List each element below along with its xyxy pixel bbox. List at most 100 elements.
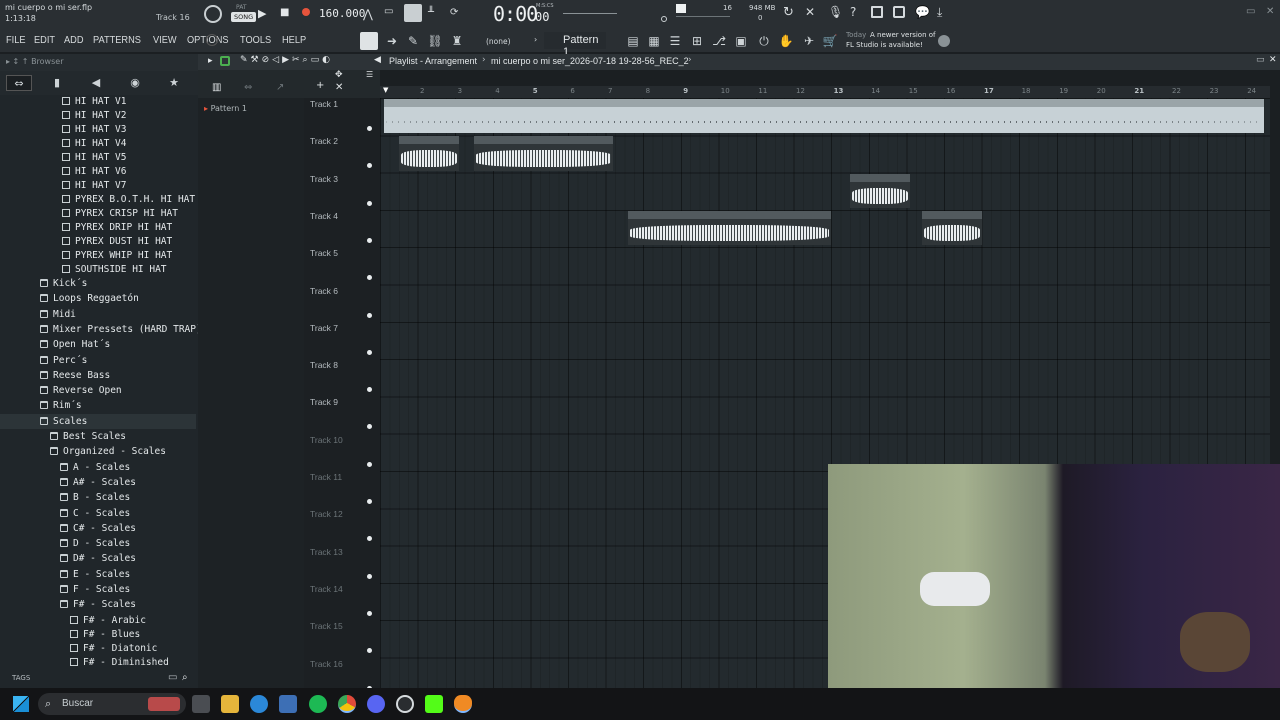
record-icon[interactable] xyxy=(302,8,310,16)
browser-folder-item[interactable]: C# - Scales xyxy=(0,521,196,536)
menu-add[interactable]: ADD xyxy=(64,34,84,46)
obs-icon[interactable] xyxy=(396,695,414,713)
browser-file-item[interactable]: F# - Diatonic xyxy=(0,641,196,656)
track-mute-led[interactable] xyxy=(367,126,372,131)
playlist-maximize-icon[interactable]: ▭ xyxy=(1256,55,1265,65)
discord-icon[interactable] xyxy=(367,695,385,713)
track-name[interactable]: Track 4 xyxy=(310,211,338,221)
browser-folder-item[interactable]: Midi xyxy=(0,307,196,322)
browser-file-item[interactable]: F# - Arabic xyxy=(0,613,196,628)
track-name[interactable]: Track 8 xyxy=(310,360,338,370)
plugin-database-tab-icon[interactable]: ◀ xyxy=(85,75,107,91)
playlist-clip[interactable]: mi cuerpo o mi ser_2026-07-18 19-21-39_R… xyxy=(628,210,832,246)
plugin-picker-icon[interactable]: ▣ xyxy=(732,32,750,50)
browser-folder-item[interactable]: Reverse Open xyxy=(0,383,196,398)
taskbar-search[interactable]: ⌕ Buscar xyxy=(38,693,186,715)
news-line-1[interactable]: A newer version of xyxy=(870,31,936,39)
track-mute-led[interactable] xyxy=(367,312,372,318)
edge-icon[interactable] xyxy=(250,695,268,713)
menu-file[interactable]: FILE xyxy=(6,34,26,46)
news-line-2[interactable]: FL Studio is available! xyxy=(846,41,923,49)
globe-icon[interactable] xyxy=(938,35,950,47)
reload-icon[interactable]: ↻ xyxy=(783,5,794,20)
playlist-close-icon[interactable]: ✕ xyxy=(1269,55,1277,65)
browser-folder-item[interactable]: F# - Scales xyxy=(0,597,196,612)
snap-selector[interactable]: (none) xyxy=(486,37,511,46)
browser-folder-item[interactable]: F - Scales xyxy=(0,582,196,597)
store-app-icon[interactable] xyxy=(279,695,297,713)
brush-icon[interactable]: ✎ xyxy=(404,32,422,50)
browser-folder-item[interactable]: C - Scales xyxy=(0,506,196,521)
browser-folder-item[interactable]: Rim´s xyxy=(0,398,196,413)
countdown-icon[interactable] xyxy=(404,4,422,22)
breadcrumb-back-icon[interactable]: ◀ xyxy=(374,55,381,65)
browser-folder-item[interactable]: Open Hat´s xyxy=(0,337,196,352)
piano-keys-icon[interactable]: ▥ xyxy=(212,82,221,93)
close-window-icon[interactable]: ✕ xyxy=(1266,6,1274,17)
tempo-tapper-icon[interactable]: ✈ xyxy=(800,32,818,50)
browser-file-item[interactable]: PYREX CRISP HI HAT xyxy=(0,206,196,221)
menu-help[interactable]: HELP xyxy=(282,34,306,46)
track-mute-led[interactable] xyxy=(367,163,372,169)
menu-edit[interactable]: EDIT xyxy=(34,34,55,46)
plug-icon[interactable]: ⏻ xyxy=(755,32,773,50)
browser-file-item[interactable]: PYREX WHIP HI HAT xyxy=(0,248,196,263)
track-name[interactable]: Track 12 xyxy=(310,509,343,519)
current-project-tab-icon[interactable]: ▮ xyxy=(46,75,68,91)
browser-file-item[interactable]: HI HAT V7 xyxy=(0,178,196,193)
browser-file-item[interactable]: HI HAT V4 xyxy=(0,136,196,151)
arrow-icon[interactable]: ➜ xyxy=(383,32,401,50)
track-mute-led[interactable] xyxy=(367,461,372,467)
step-edit-icon[interactable]: ╨ xyxy=(428,7,434,18)
browser-folder-item[interactable]: A - Scales xyxy=(0,460,196,475)
tempo-tap-knob[interactable] xyxy=(206,34,218,46)
browser-folder-item[interactable]: A# - Scales xyxy=(0,475,196,490)
fl-studio-icon[interactable] xyxy=(454,695,472,713)
mixer-view-icon[interactable]: ⊞ xyxy=(688,32,706,50)
all-files-tab-icon[interactable]: ⇔ xyxy=(6,75,32,91)
browser-folder-item[interactable]: Organized - Scales xyxy=(0,444,196,459)
file-explorer-icon[interactable] xyxy=(221,695,239,713)
track-mute-led[interactable] xyxy=(367,499,372,504)
browser-folder-item[interactable]: Loops Reggaetón xyxy=(0,291,196,306)
song-mode-toggle[interactable]: SONG xyxy=(231,12,257,22)
playlist-options-icon[interactable]: ▸ xyxy=(208,56,213,66)
mixer-icon[interactable] xyxy=(893,6,905,18)
snap-icon[interactable] xyxy=(360,32,378,50)
stop-icon[interactable]: ■ xyxy=(280,7,289,18)
download-icon[interactable]: ⤓ xyxy=(937,5,942,20)
pat-label[interactable]: PAT xyxy=(236,4,247,11)
search-icon[interactable]: ⌕ xyxy=(182,672,188,683)
link-icon[interactable]: ⛓ xyxy=(426,32,444,50)
wait-for-input-icon[interactable]: ▭ xyxy=(384,6,393,17)
stamp-icon[interactable]: ♜ xyxy=(448,32,466,50)
browser-folder-item[interactable]: Mixer Pressets (HARD TRAP) xyxy=(0,322,198,337)
track-name[interactable]: Track 15 xyxy=(310,621,343,631)
play-icon[interactable]: ▶ xyxy=(258,7,266,20)
track-mute-led[interactable] xyxy=(367,387,372,393)
chrome-icon[interactable] xyxy=(338,695,356,713)
sounds-tab-icon[interactable]: ◉ xyxy=(124,75,146,91)
loop-record-icon[interactable]: ⟳ xyxy=(450,7,458,18)
track-name[interactable]: Track 16 xyxy=(310,659,343,669)
help-icon[interactable]: ? xyxy=(850,5,856,19)
track-mute-led[interactable] xyxy=(367,200,372,206)
panic-icon[interactable]: ✕ xyxy=(805,5,815,19)
channel-rack-icon[interactable]: ☰ xyxy=(666,32,684,50)
browser-folder-item[interactable]: B - Scales xyxy=(0,490,196,505)
playlist-clip[interactable]: mi cue...6_REC_2 xyxy=(921,210,982,246)
pattern-prev-icon[interactable]: › xyxy=(534,35,537,44)
automation-icon[interactable]: ↗ xyxy=(276,82,284,93)
arrangement-menu-icon[interactable]: › xyxy=(688,55,692,65)
save-icon[interactable] xyxy=(871,6,883,18)
browser-file-item[interactable]: PYREX DUST HI HAT xyxy=(0,234,196,249)
track-mute-led[interactable] xyxy=(367,349,372,355)
playlist-clip[interactable]: untitled_2026-07-18 19-14-19_REC xyxy=(474,136,614,171)
playlist-clip[interactable]: mi cu...9_REC_2 xyxy=(850,173,911,208)
windows-start-icon[interactable] xyxy=(13,696,29,712)
browser-file-item[interactable]: HI HAT V6 xyxy=(0,164,196,179)
playlist-clip[interactable]: 2017 pierre bourne playboi carti maajins… xyxy=(384,99,1264,134)
track-mute-led[interactable] xyxy=(367,536,372,542)
picker-pattern-item[interactable]: ▸ Pattern 1 xyxy=(204,104,247,113)
track-name[interactable]: Track 3 xyxy=(310,174,338,184)
